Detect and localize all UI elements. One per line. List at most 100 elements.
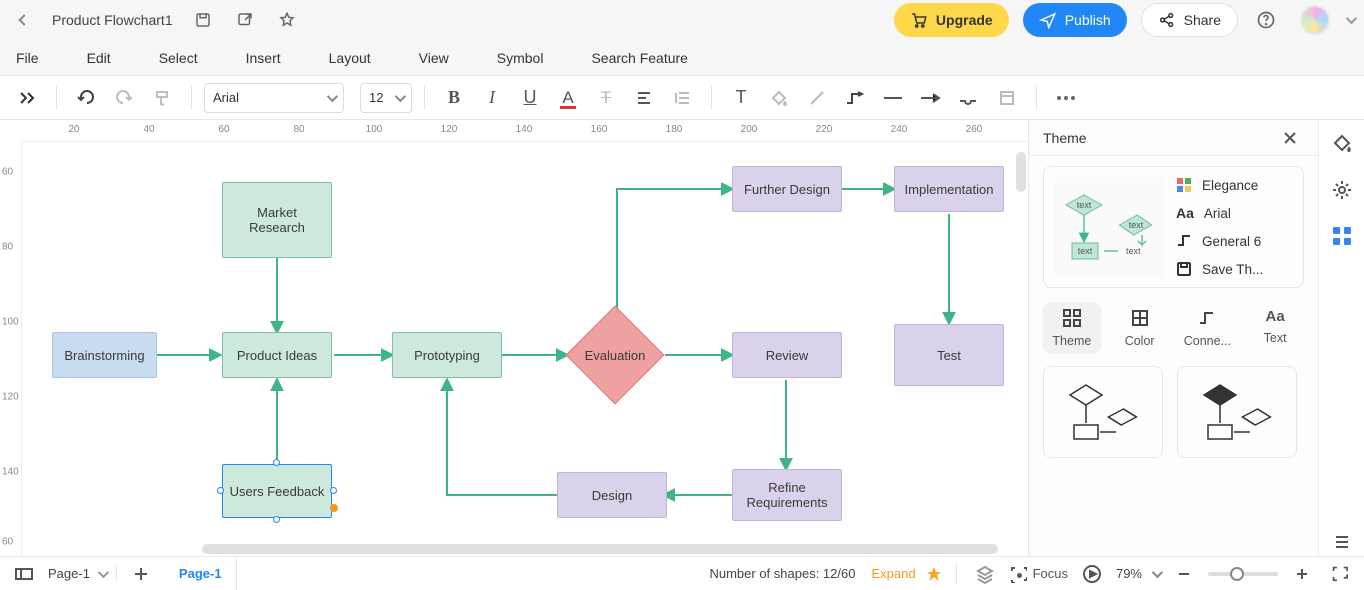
line-spacing-button[interactable]: [665, 81, 699, 115]
theme-connector-row[interactable]: General 6: [1176, 233, 1293, 249]
align-button[interactable]: [627, 81, 661, 115]
layers-button[interactable]: [971, 560, 999, 588]
expand-button[interactable]: Expand: [871, 566, 915, 581]
rail-fill-icon[interactable]: [1328, 130, 1356, 158]
theme-name-row[interactable]: Elegance: [1176, 177, 1293, 193]
connector-style-button[interactable]: [838, 81, 872, 115]
document-title[interactable]: Product Flowchart1: [52, 12, 173, 28]
page-select[interactable]: Page-1: [48, 566, 90, 581]
add-page-button[interactable]: [127, 560, 155, 588]
zoom-in-button[interactable]: [1288, 560, 1316, 588]
avatar-menu-chevron-icon[interactable]: [1346, 13, 1357, 24]
theme-style-option-2[interactable]: [1177, 366, 1297, 458]
upgrade-button[interactable]: Upgrade: [894, 3, 1009, 37]
arrow-style-button[interactable]: [914, 81, 948, 115]
selection-handle[interactable]: [273, 516, 280, 523]
back-button[interactable]: [10, 6, 38, 34]
node-implementation[interactable]: Implementation: [894, 166, 1004, 212]
zoom-level[interactable]: 79%: [1116, 566, 1142, 581]
underline-button[interactable]: U: [513, 81, 547, 115]
premium-badge-icon: [926, 566, 942, 582]
theme-preview: text text text text: [1054, 177, 1164, 277]
node-design[interactable]: Design: [557, 472, 667, 518]
node-evaluation[interactable]: Evaluation: [580, 320, 650, 390]
font-family-select[interactable]: Arial: [204, 83, 344, 113]
rail-apps-icon[interactable]: [1328, 222, 1356, 250]
tab-color[interactable]: Color: [1111, 302, 1169, 354]
help-icon[interactable]: [1252, 6, 1280, 34]
publish-label: Publish: [1065, 12, 1111, 28]
node-further-design[interactable]: Further Design: [732, 166, 842, 212]
right-rail: [1318, 120, 1364, 556]
page-tab[interactable]: Page-1: [165, 557, 237, 590]
rail-settings-icon[interactable]: [1328, 176, 1356, 204]
strikethrough-button[interactable]: T: [589, 81, 623, 115]
page-select-chevron-icon[interactable]: [98, 566, 109, 577]
rotation-handle[interactable]: [330, 504, 338, 512]
expand-sidebar-icon[interactable]: [10, 81, 44, 115]
container-button[interactable]: [990, 81, 1024, 115]
save-icon[interactable]: [189, 6, 217, 34]
fullscreen-button[interactable]: [1326, 560, 1354, 588]
theme-save-row[interactable]: Save Th...: [1176, 261, 1293, 277]
more-button[interactable]: [1049, 81, 1083, 115]
font-size-select[interactable]: 12: [360, 83, 412, 113]
export-icon[interactable]: [231, 6, 259, 34]
theme-panel: Theme text text text text: [1028, 120, 1318, 556]
node-brainstorming[interactable]: Brainstorming: [52, 332, 157, 378]
tab-text[interactable]: AaText: [1246, 302, 1304, 354]
focus-mode-button[interactable]: Focus: [1009, 560, 1068, 588]
italic-button[interactable]: I: [475, 81, 509, 115]
svg-text:text: text: [1126, 246, 1141, 256]
menu-file[interactable]: File: [16, 50, 39, 66]
text-tool-button[interactable]: T: [724, 81, 758, 115]
format-toolbar: Arial 12 B I U A T T: [0, 76, 1364, 120]
canvas[interactable]: Market Research Brainstorming Product Id…: [22, 142, 1028, 556]
rail-list-icon[interactable]: [1328, 528, 1356, 556]
publish-button[interactable]: Publish: [1023, 3, 1127, 37]
theme-font-row[interactable]: AaArial: [1176, 205, 1293, 221]
zoom-out-button[interactable]: [1170, 560, 1198, 588]
selection-handle[interactable]: [217, 487, 224, 494]
presentation-button[interactable]: [1078, 560, 1106, 588]
cart-icon: [910, 11, 928, 29]
horizontal-scrollbar[interactable]: [202, 544, 998, 554]
share-button[interactable]: Share: [1141, 3, 1238, 37]
node-test[interactable]: Test: [894, 324, 1004, 386]
redo-button[interactable]: [107, 81, 141, 115]
menu-select[interactable]: Select: [159, 50, 198, 66]
bold-button[interactable]: B: [437, 81, 471, 115]
node-users-feedback[interactable]: Users Feedback: [222, 464, 332, 518]
selection-handle[interactable]: [330, 487, 337, 494]
node-market-research[interactable]: Market Research: [222, 182, 332, 258]
vertical-scrollbar[interactable]: [1016, 152, 1026, 192]
selection-handle[interactable]: [273, 459, 280, 466]
theme-style-option-1[interactable]: [1043, 366, 1163, 458]
menu-insert[interactable]: Insert: [246, 50, 281, 66]
zoom-slider[interactable]: [1208, 572, 1278, 576]
close-panel-button[interactable]: [1276, 124, 1304, 152]
line-color-button[interactable]: [800, 81, 834, 115]
menu-symbol[interactable]: Symbol: [497, 50, 544, 66]
line-weight-button[interactable]: [876, 81, 910, 115]
fill-color-button[interactable]: [762, 81, 796, 115]
node-refine-requirements[interactable]: Refine Requirements: [732, 469, 842, 521]
canvas-area[interactable]: 20 40 60 80 100 120 140 160 180 200 220 …: [0, 120, 1028, 556]
menu-layout[interactable]: Layout: [329, 50, 371, 66]
menu-view[interactable]: View: [419, 50, 449, 66]
font-color-button[interactable]: A: [551, 81, 585, 115]
menu-search-feature[interactable]: Search Feature: [591, 50, 688, 66]
avatar[interactable]: [1300, 5, 1330, 35]
pages-panel-button[interactable]: [10, 560, 38, 588]
line-jump-button[interactable]: [952, 81, 986, 115]
node-prototyping[interactable]: Prototyping: [392, 332, 502, 378]
format-painter-button[interactable]: [145, 81, 179, 115]
node-product-ideas[interactable]: Product Ideas: [222, 332, 332, 378]
node-review[interactable]: Review: [732, 332, 842, 378]
undo-button[interactable]: [69, 81, 103, 115]
menu-edit[interactable]: Edit: [87, 50, 111, 66]
zoom-chevron-icon[interactable]: [1152, 566, 1163, 577]
star-icon[interactable]: [273, 6, 301, 34]
tab-connector[interactable]: Conne...: [1179, 302, 1237, 354]
tab-theme[interactable]: Theme: [1043, 302, 1101, 354]
